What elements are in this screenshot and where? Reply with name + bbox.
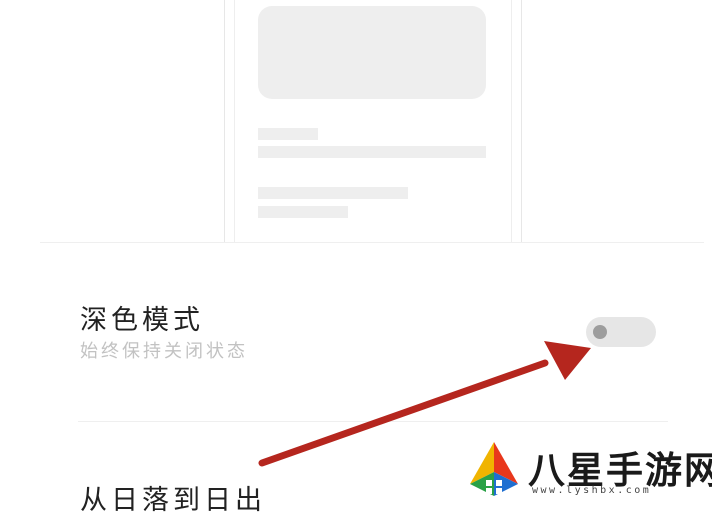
dark-mode-toggle[interactable] bbox=[586, 317, 656, 347]
watermark-logo-icon bbox=[470, 442, 518, 496]
preview-line-placeholder bbox=[258, 128, 318, 140]
sunset-to-sunrise-title[interactable]: 从日落到日出 bbox=[80, 478, 266, 517]
dark-mode-title: 深色模式 bbox=[80, 305, 204, 336]
dark-mode-subtitle: 始终保持关闭状态 bbox=[80, 341, 248, 362]
theme-preview bbox=[0, 0, 712, 243]
preview-line-placeholder bbox=[258, 187, 408, 199]
preview-line-placeholder bbox=[258, 146, 486, 158]
site-watermark: 八星手游网 www.lyshbx.com bbox=[466, 432, 712, 501]
preview-card-placeholder bbox=[258, 6, 486, 99]
watermark-url: www.lyshbx.com bbox=[532, 485, 652, 496]
preview-line-placeholder bbox=[258, 206, 348, 218]
row-divider bbox=[78, 421, 668, 422]
section-divider bbox=[40, 242, 704, 243]
toggle-knob bbox=[593, 325, 607, 339]
